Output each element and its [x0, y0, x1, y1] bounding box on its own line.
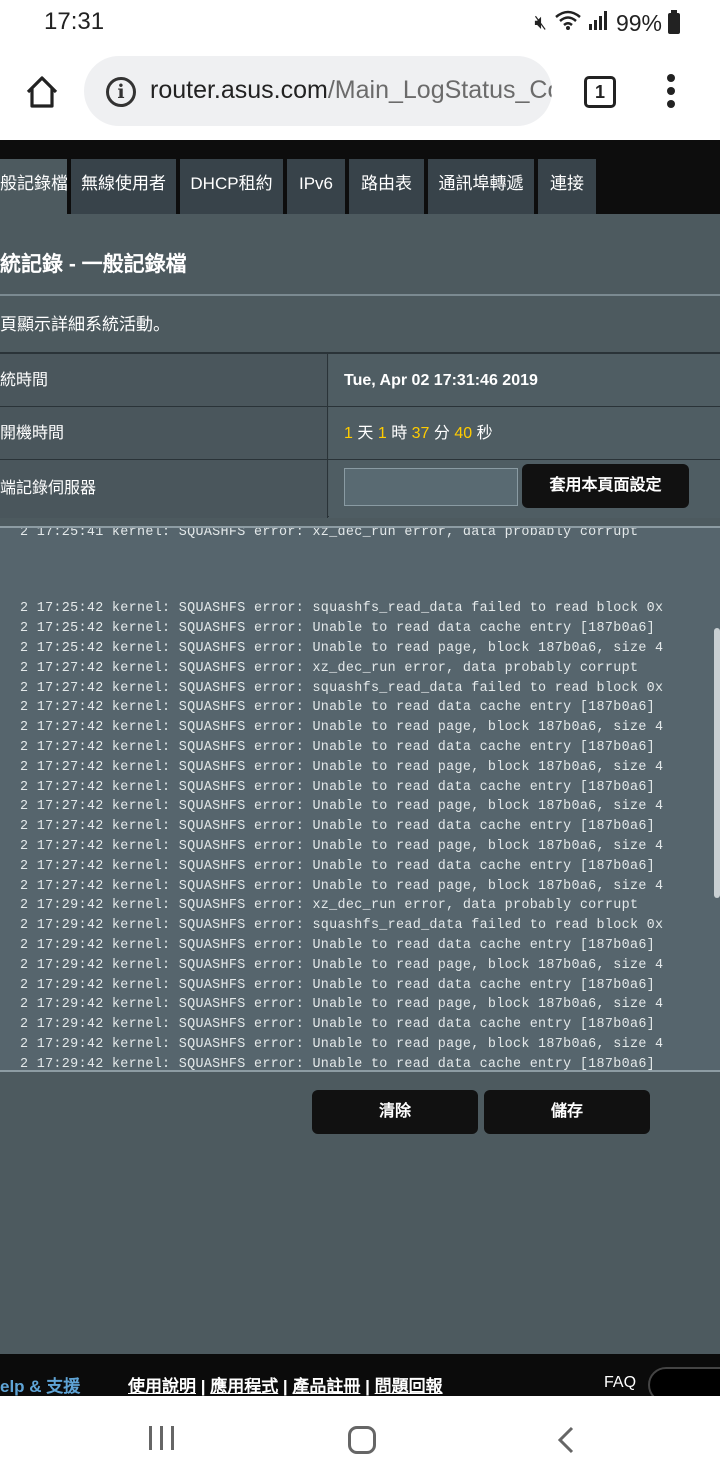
title-divider — [0, 294, 720, 296]
system-time-label: 統時間 — [0, 354, 328, 407]
log-line-list: 2 17:25:42 kernel: SQUASHFS error: squas… — [20, 599, 664, 1072]
app-link[interactable]: 應用程式 — [210, 1377, 278, 1396]
tab-connections[interactable]: 連接 — [538, 159, 596, 214]
log-line: 2 17:29:42 kernel: SQUASHFS error: Unabl… — [20, 957, 664, 973]
log-line: 2 17:27:42 kernel: SQUASHFS error: Unabl… — [20, 779, 656, 795]
log-line: 2 17:29:42 kernel: SQUASHFS error: Unabl… — [20, 977, 656, 993]
tab-wireless-clients[interactable]: 無線使用者 — [71, 159, 176, 214]
address-bar[interactable]: i router.asus.com/Main_LogStatus_Cor — [84, 56, 552, 126]
log-line: 2 17:27:42 kernel: SQUASHFS error: Unabl… — [20, 720, 664, 736]
log-line: 2 17:27:42 kernel: SQUASHFS error: Unabl… — [20, 700, 656, 716]
nav-home-icon[interactable] — [348, 1426, 376, 1454]
home-icon[interactable] — [24, 74, 60, 110]
log-scrollbar[interactable] — [714, 628, 720, 898]
tab-port-forwarding[interactable]: 通訊埠轉遞 — [428, 159, 534, 214]
url-domain: router.asus.com — [150, 76, 328, 104]
status-icons: 🔇︎ 99% — [534, 9, 680, 37]
url-path: /Main_LogStatus_Cor — [327, 76, 552, 104]
uptime-row: 開機時間 1 天 1 時 37 分 40 秒 — [0, 406, 720, 460]
uptime-minutes: 37 — [411, 425, 430, 442]
save-button[interactable]: 儲存 — [484, 1090, 650, 1134]
log-line: 2 17:25:42 kernel: SQUASHFS error: Unabl… — [20, 640, 664, 656]
tab-general-log[interactable]: 般記錄檔 — [0, 159, 67, 214]
page-title: 統記錄 - 一般記錄檔 — [0, 253, 187, 276]
apply-settings-button[interactable]: 套用本頁面設定 — [522, 464, 689, 508]
url-text: router.asus.com/Main_LogStatus_Cor — [150, 76, 552, 105]
feedback-link[interactable]: 問題回報 — [375, 1377, 443, 1396]
recent-apps-icon[interactable] — [149, 1426, 175, 1450]
status-time: 17:31 — [44, 8, 105, 35]
log-line: 2 17:27:42 kernel: SQUASHFS error: Unabl… — [20, 739, 656, 755]
wifi-icon — [554, 9, 582, 37]
tab-routing-table[interactable]: 路由表 — [349, 159, 424, 214]
uptime-hours: 1 — [377, 425, 387, 442]
log-line: 2 17:29:42 kernel: SQUASHFS error: Unabl… — [20, 937, 656, 953]
log-server-row: 端記錄伺服器 套用本頁面設定 — [0, 459, 720, 518]
log-lines: 2 17:25:41 kernel: SQUASHFS error: xz_de… — [20, 528, 664, 1072]
log-line: 2 17:27:42 kernel: SQUASHFS error: Unabl… — [20, 819, 656, 835]
log-line: 2 17:29:42 kernel: SQUASHFS error: squas… — [20, 918, 664, 934]
log-line: 2 17:29:42 kernel: SQUASHFS error: Unabl… — [20, 997, 664, 1013]
log-line: 2 17:27:42 kernel: SQUASHFS error: Unabl… — [20, 759, 664, 775]
log-line: 2 17:29:42 kernel: SQUASHFS error: xz_de… — [20, 898, 639, 914]
log-line: 2 17:29:42 kernel: SQUASHFS error: Unabl… — [20, 1017, 656, 1033]
system-log-textarea[interactable]: 2 17:25:41 kernel: SQUASHFS error: xz_de… — [0, 526, 720, 1072]
footer-links: 使用說明 | 應用程式 | 產品註冊 | 問題回報 — [128, 1377, 443, 1396]
tab-switcher-button[interactable]: 1 — [584, 76, 616, 108]
log-server-label: 端記錄伺服器 — [0, 460, 328, 518]
battery-icon — [668, 9, 680, 34]
log-line: 2 17:27:42 kernel: SQUASHFS error: Unabl… — [20, 799, 664, 815]
system-time-row: 統時間 Tue, Apr 02 17:31:46 2019 — [0, 353, 720, 407]
log-line: 2 17:27:42 kernel: SQUASHFS error: Unabl… — [20, 878, 664, 894]
clear-button[interactable]: 清除 — [312, 1090, 478, 1134]
system-nav-bar — [0, 1396, 720, 1480]
page-description: 頁顯示詳細系統活動。 — [0, 315, 170, 334]
log-line: 2 17:25:42 kernel: SQUASHFS error: Unabl… — [20, 621, 656, 637]
tab-ipv6[interactable]: IPv6 — [287, 159, 345, 214]
screen: 17:31 🔇︎ 99% i router.asus.com/Main_LogS… — [0, 0, 720, 1480]
status-bar: 17:31 🔇︎ 99% — [0, 0, 720, 46]
tab-dhcp-leases[interactable]: DHCP租約 — [180, 159, 283, 214]
log-line: 2 17:29:42 kernel: SQUASHFS error: Unabl… — [20, 1036, 664, 1052]
footer-bar: elp & 支援 使用說明 | 應用程式 | 產品註冊 | 問題回報 FAQ — [0, 1354, 720, 1403]
uptime-days: 1 — [344, 425, 353, 442]
log-server-input[interactable] — [344, 468, 518, 506]
log-tabs: 般記錄檔 無線使用者 DHCP租約 IPv6 路由表 通訊埠轉遞 連接 — [0, 140, 720, 214]
uptime-value: 1 天 1 時 37 分 40 秒 — [329, 407, 720, 460]
registration-link[interactable]: 產品註冊 — [292, 1377, 360, 1396]
browser-toolbar: i router.asus.com/Main_LogStatus_Cor 1 — [0, 46, 720, 140]
back-icon[interactable] — [556, 1426, 576, 1454]
info-icon[interactable]: i — [106, 77, 136, 107]
battery-percent: 99% — [615, 9, 662, 36]
uptime-seconds: 40 — [454, 425, 473, 442]
log-line: 2 17:27:42 kernel: SQUASHFS error: xz_de… — [20, 660, 639, 676]
system-time-value: Tue, Apr 02 17:31:46 2019 — [329, 354, 720, 407]
mute-icon: 🔇︎ — [534, 11, 548, 34]
faq-label: FAQ — [604, 1374, 637, 1391]
log-line: 2 17:27:42 kernel: SQUASHFS error: squas… — [20, 680, 664, 696]
more-menu-icon[interactable] — [662, 74, 680, 110]
log-line-partial: 2 17:25:41 kernel: SQUASHFS error: xz_de… — [20, 526, 639, 540]
uptime-label: 開機時間 — [0, 407, 328, 460]
help-support-label: elp & 支援 — [0, 1377, 81, 1396]
log-line: 2 17:27:42 kernel: SQUASHFS error: Unabl… — [20, 838, 664, 854]
log-line: 2 17:27:42 kernel: SQUASHFS error: Unabl… — [20, 858, 656, 874]
manual-link[interactable]: 使用說明 — [128, 1377, 196, 1396]
signal-icon — [588, 10, 610, 36]
log-line: 2 17:29:42 kernel: SQUASHFS error: Unabl… — [20, 1056, 656, 1072]
log-line: 2 17:25:42 kernel: SQUASHFS error: squas… — [20, 601, 664, 617]
